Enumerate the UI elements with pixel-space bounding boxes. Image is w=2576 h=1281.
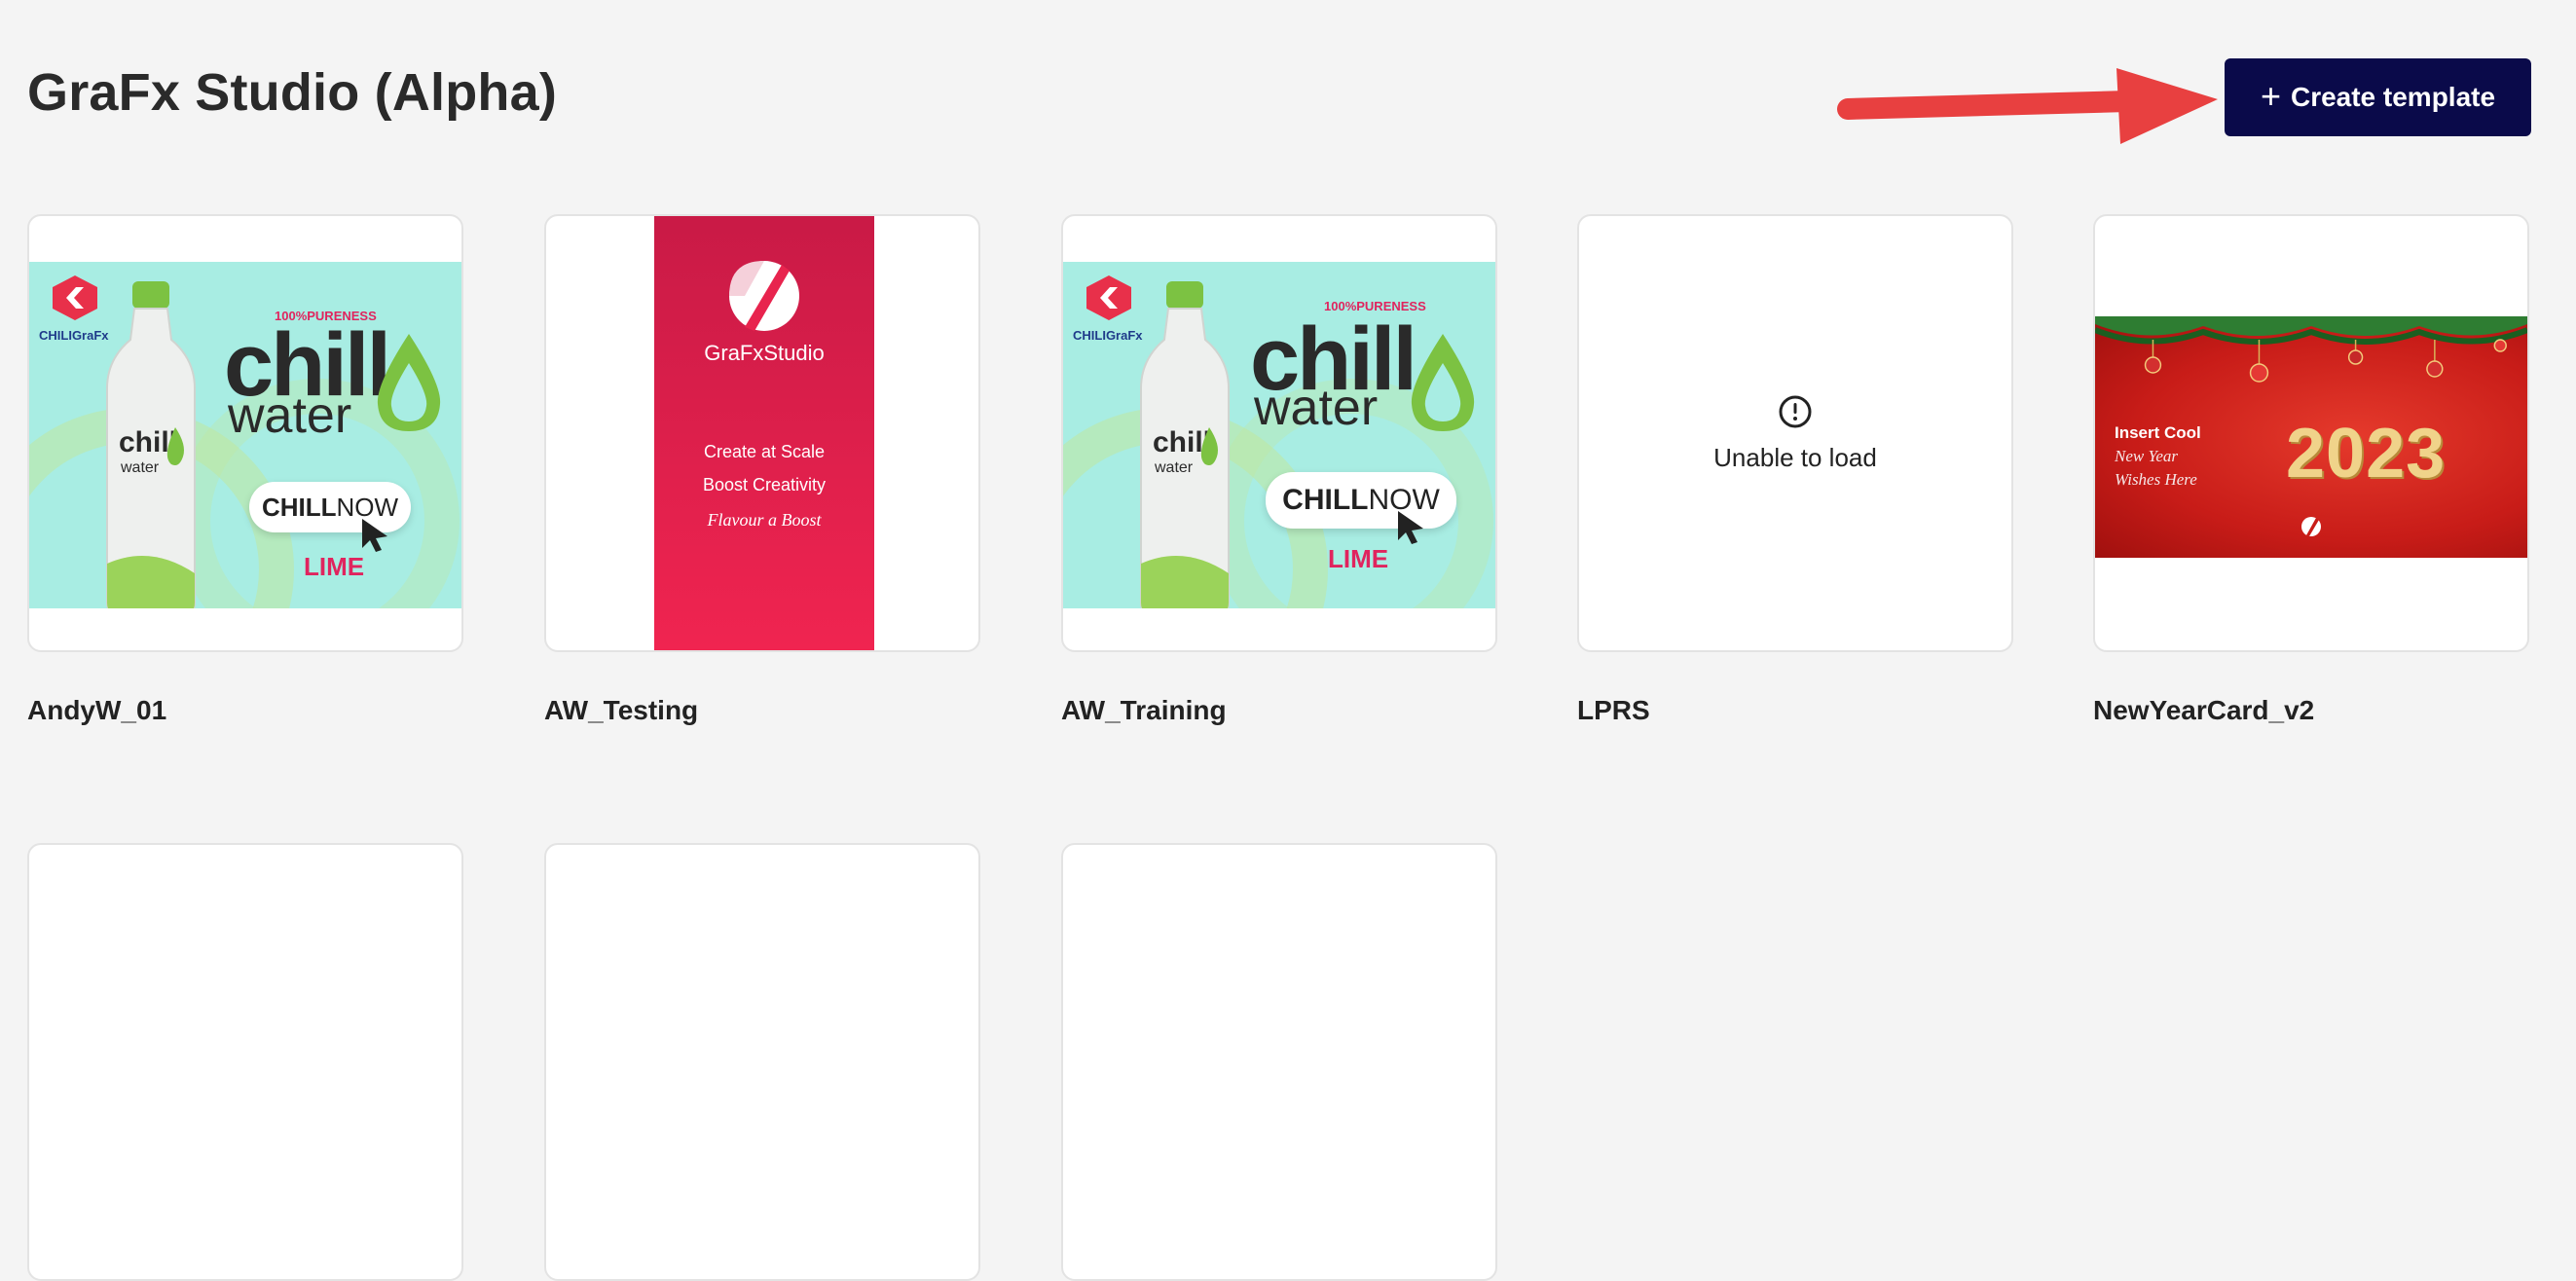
cta-chill-now: CHILL NOW bbox=[1266, 472, 1456, 529]
greeting-line-3: Wishes Here bbox=[2115, 470, 2197, 489]
garland-decoration bbox=[2095, 316, 2527, 383]
template-card[interactable] bbox=[544, 843, 980, 1281]
template-name[interactable]: LPRS bbox=[1577, 695, 1650, 726]
cursor-icon bbox=[362, 519, 387, 552]
water-drop-icon bbox=[1411, 334, 1475, 431]
bottle-image: chill water bbox=[1140, 281, 1230, 608]
create-template-button[interactable]: + Create template bbox=[2225, 58, 2531, 136]
tagline-2: Boost Creativity bbox=[702, 475, 827, 494]
tagline-1: Create at Scale bbox=[703, 442, 826, 461]
chili-logo-icon bbox=[53, 275, 97, 320]
page-title: GraFx Studio (Alpha) bbox=[27, 63, 557, 122]
template-name[interactable]: AW_Training bbox=[1061, 695, 1227, 726]
annotation-arrow bbox=[1837, 68, 2218, 144]
template-thumbnail: Insert Cool New Year Wishes Here 2023 bbox=[2095, 316, 2527, 558]
greeting-line-2: New Year bbox=[2115, 447, 2179, 465]
tagline-3: Flavour a Boost bbox=[707, 510, 822, 530]
svg-text:water: water bbox=[120, 459, 160, 476]
grafx-logo-icon bbox=[2301, 517, 2321, 536]
grafx-logo-icon bbox=[729, 261, 799, 331]
svg-text:water: water bbox=[1154, 459, 1194, 476]
create-template-label: Create template bbox=[2290, 82, 2496, 112]
template-card-aw-training[interactable]: CHILIGraFx chill water 100%PURENESS chil… bbox=[1061, 214, 1497, 652]
brand-water: water bbox=[1254, 380, 1379, 436]
template-thumbnail: CHILIGraFx chill water 100%PURENESS chil… bbox=[1063, 262, 1495, 608]
grafx-brand: GraFxStudio bbox=[704, 341, 825, 365]
cursor-icon bbox=[1398, 511, 1423, 544]
template-card-newyearcard-v2[interactable]: Insert Cool New Year Wishes Here 2023 bbox=[2093, 214, 2529, 652]
bottle-image: chill water bbox=[106, 281, 196, 608]
flavour-label: LIME bbox=[1328, 544, 1389, 573]
thumbnail-error: Unable to load bbox=[1579, 216, 2011, 650]
template-thumbnail: GraFxStudio Create at Scale Boost Creati… bbox=[654, 216, 874, 650]
greeting-line-1: Insert Cool bbox=[2115, 423, 2201, 442]
template-card[interactable] bbox=[27, 843, 463, 1281]
template-card[interactable] bbox=[1061, 843, 1497, 1281]
template-name[interactable]: AndyW_01 bbox=[27, 695, 166, 726]
template-thumbnail: CHILIGraFx chill water 100%PURENESS chil… bbox=[29, 262, 461, 608]
chili-logo-icon bbox=[1086, 275, 1131, 320]
error-message: Unable to load bbox=[1713, 442, 1877, 472]
brand-water: water bbox=[228, 387, 352, 444]
plus-icon: + bbox=[2260, 75, 2281, 116]
alert-circle-icon bbox=[1779, 395, 1812, 427]
template-card-lprs[interactable]: Unable to load bbox=[1577, 214, 2013, 652]
flavour-label: LIME bbox=[304, 552, 365, 581]
template-name[interactable]: NewYearCard_v2 bbox=[2093, 695, 2314, 726]
template-name[interactable]: AW_Testing bbox=[544, 695, 698, 726]
template-card-andyw-01[interactable]: CHILIGraFx chill water 100%PURENESS chil… bbox=[27, 214, 463, 652]
year-text: 2023 bbox=[2286, 415, 2447, 493]
template-card-aw-testing[interactable]: GraFxStudio Create at Scale Boost Creati… bbox=[544, 214, 980, 652]
water-drop-icon bbox=[377, 334, 441, 431]
